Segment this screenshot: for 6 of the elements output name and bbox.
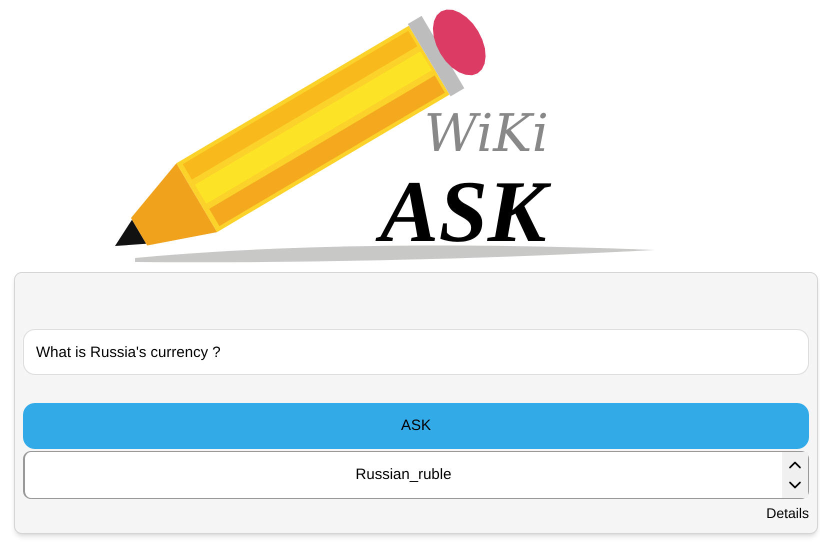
details-link[interactable]: Details xyxy=(766,503,809,524)
spinner-control[interactable] xyxy=(782,452,808,498)
answer-field[interactable]: Russian_ruble xyxy=(23,451,809,499)
answer-text: Russian_ruble xyxy=(354,464,452,485)
ask-button[interactable]: ASK xyxy=(23,403,809,449)
question-field[interactable]: What is Russia's currency ? xyxy=(23,329,809,375)
